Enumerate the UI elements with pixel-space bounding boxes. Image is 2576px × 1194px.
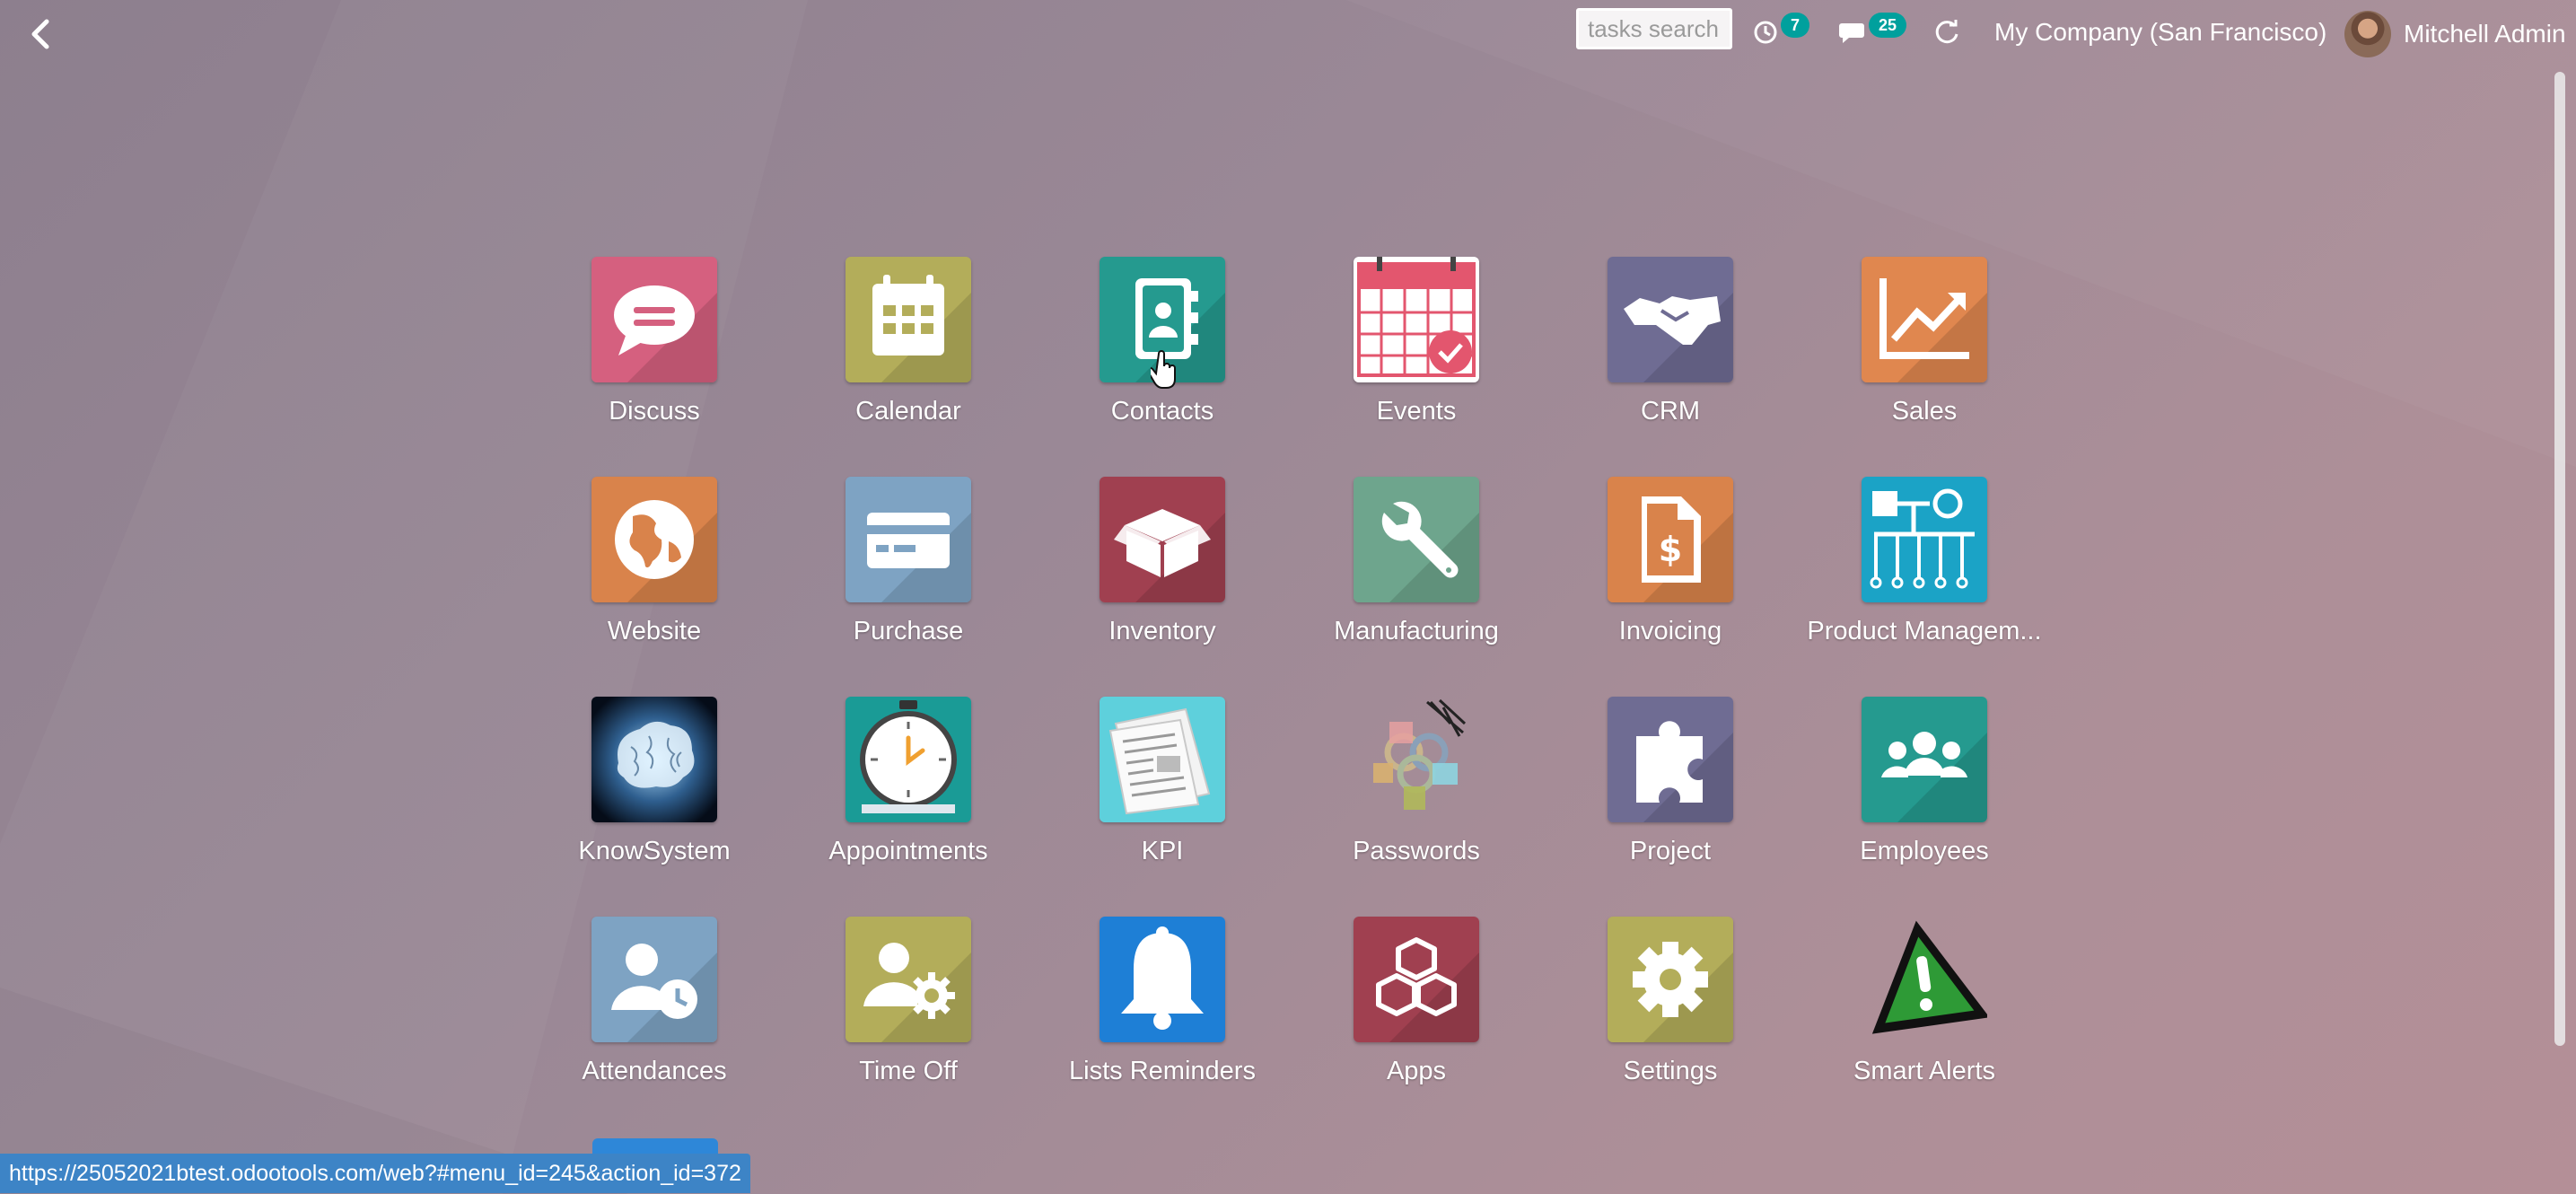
passwords-icon: [1354, 697, 1479, 822]
product-management-icon: [1862, 477, 1987, 602]
events-icon: [1354, 257, 1479, 382]
discuss-icon: [591, 257, 717, 382]
app-label: Calendar: [855, 397, 961, 426]
appointments-icon: [846, 697, 971, 822]
app-label: Discuss: [609, 397, 700, 426]
app-label: Project: [1629, 837, 1712, 865]
messages-badge: 25: [1869, 13, 1907, 38]
app-label: KPI: [1141, 837, 1184, 865]
top-bar: 7 25 My Company (San Francisco) Mitchell…: [0, 0, 2576, 70]
app-label: Apps: [1386, 1057, 1447, 1085]
sales-icon: [1862, 257, 1987, 382]
app-events[interactable]: Events: [1274, 257, 1529, 463]
app-label: Employees: [1860, 837, 1989, 865]
search-input[interactable]: [1576, 8, 1732, 49]
app-product-management[interactable]: Product Managem...: [1782, 477, 2042, 683]
app-sales[interactable]: Sales: [1782, 257, 2037, 463]
hand-cursor-icon: [1146, 350, 1179, 394]
company-switcher[interactable]: My Company (San Francisco): [1994, 18, 2326, 47]
calendar-icon: [846, 257, 971, 382]
app-website[interactable]: Website: [512, 477, 767, 683]
app-apps[interactable]: Apps: [1274, 917, 1529, 1123]
manufacturing-icon: [1354, 477, 1479, 602]
lists-reminders-icon: [1100, 917, 1225, 1042]
app-label: Contacts: [1110, 397, 1214, 426]
back-arrow-icon[interactable]: [23, 14, 59, 54]
activity-badge: 7: [1781, 13, 1810, 38]
app-time-off[interactable]: Time Off: [766, 917, 1021, 1123]
chat-icon: [1839, 23, 1864, 43]
refresh-button[interactable]: [1932, 13, 1962, 52]
app-label: Sales: [1891, 397, 1958, 426]
app-purchase[interactable]: Purchase: [766, 477, 1021, 683]
messages-button[interactable]: 25: [1838, 13, 1907, 52]
time-off-icon: [846, 917, 971, 1042]
app-label: Website: [607, 617, 702, 645]
app-label: Settings: [1623, 1057, 1718, 1085]
app-label: Passwords: [1353, 837, 1480, 865]
app-appointments[interactable]: Appointments: [766, 697, 1021, 903]
clock-icon: [1754, 21, 1777, 44]
smart-alerts-icon: [1862, 917, 1987, 1042]
settings-icon: [1608, 917, 1733, 1042]
app-project[interactable]: Project: [1528, 697, 1783, 903]
app-label: Smart Alerts: [1853, 1057, 1995, 1085]
app-crm[interactable]: CRM: [1528, 257, 1783, 463]
app-label: Purchase: [853, 617, 964, 645]
invoicing-icon: $: [1608, 477, 1733, 602]
vertical-scrollbar[interactable]: [2554, 72, 2565, 1046]
app-label: Time Off: [859, 1057, 958, 1085]
app-label: CRM: [1640, 397, 1701, 426]
inventory-icon: [1100, 477, 1225, 602]
app-manufacturing[interactable]: Manufacturing: [1274, 477, 1529, 683]
app-lists-reminders[interactable]: Lists Reminders: [1020, 917, 1275, 1123]
kpi-icon: [1100, 697, 1225, 822]
crm-icon: [1608, 257, 1733, 382]
apps-icon: [1354, 917, 1479, 1042]
refresh-icon: [1935, 20, 1958, 44]
app-attendances[interactable]: Attendances: [512, 917, 767, 1123]
app-employees[interactable]: Employees: [1782, 697, 2037, 903]
app-inventory[interactable]: Inventory: [1020, 477, 1275, 683]
activity-button[interactable]: 7: [1752, 13, 1810, 52]
app-knowsystem[interactable]: KnowSystem: [512, 697, 767, 903]
svg-text:$: $: [1659, 530, 1682, 569]
employees-icon: [1862, 697, 1987, 822]
project-icon: [1608, 697, 1733, 822]
app-settings[interactable]: Settings: [1528, 917, 1783, 1123]
attendances-icon: [591, 917, 717, 1042]
app-invoicing[interactable]: $ Invoicing: [1528, 477, 1783, 683]
app-label: Invoicing: [1618, 617, 1722, 645]
app-passwords[interactable]: Passwords: [1274, 697, 1529, 903]
app-label: Attendances: [582, 1057, 727, 1085]
app-contacts[interactable]: Contacts: [1020, 257, 1275, 463]
purchase-icon: [846, 477, 971, 602]
app-smart-alerts[interactable]: Smart Alerts: [1782, 917, 2037, 1123]
app-label: Product Managem...: [1807, 617, 2042, 645]
website-icon: [591, 477, 717, 602]
app-discuss[interactable]: Discuss: [512, 257, 767, 463]
user-menu[interactable]: Mitchell Admin: [2344, 9, 2566, 59]
app-kpi[interactable]: KPI: [1020, 697, 1275, 903]
app-label: Events: [1376, 397, 1457, 426]
user-name: Mitchell Admin: [2404, 20, 2566, 48]
avatar: [2344, 11, 2391, 57]
app-label: Appointments: [828, 837, 988, 865]
app-calendar[interactable]: Calendar: [766, 257, 1021, 463]
app-label: Manufacturing: [1334, 617, 1499, 645]
app-label: KnowSystem: [578, 837, 731, 865]
knowsystem-icon: [591, 697, 717, 822]
app-label: Inventory: [1108, 617, 1216, 645]
app-label: Lists Reminders: [1069, 1057, 1256, 1085]
status-url: https://25052021btest.odootools.com/web?…: [0, 1154, 750, 1193]
